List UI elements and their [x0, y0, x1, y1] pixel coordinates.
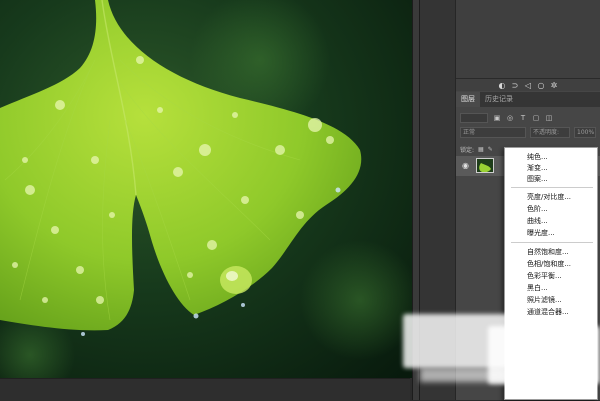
menu-item-curves[interactable]: 曲线...	[505, 216, 597, 227]
eye-icon[interactable]: ◉	[462, 161, 471, 170]
menu-item-photo-filter[interactable]: 照片滤镜...	[505, 295, 597, 306]
smart-filter-icon[interactable]: ◫	[545, 114, 553, 122]
contrast-icon[interactable]: ◐	[498, 81, 507, 90]
watermark-overlay	[420, 368, 510, 382]
menu-item-solid-color[interactable]: 纯色...	[505, 152, 597, 163]
menu-item-black-white[interactable]: 黑白...	[505, 283, 597, 294]
tab-layers[interactable]: 图层	[456, 92, 480, 107]
blend-options-row: 正常 不透明度: 100%	[460, 127, 596, 140]
panel-tabs: 图层 历史记录	[456, 92, 600, 107]
status-bar	[0, 378, 410, 401]
menu-item-hue-saturation[interactable]: 色相/饱和度...	[505, 259, 597, 270]
opacity-label: 不透明度:	[530, 127, 570, 138]
document-canvas[interactable]	[0, 0, 412, 378]
menu-separator	[511, 187, 593, 188]
leaf-thumbnail-icon	[477, 161, 493, 172]
text-filter-icon[interactable]: T	[519, 114, 527, 122]
tab-history[interactable]: 历史记录	[480, 92, 518, 107]
menu-item-brightness-contrast[interactable]: 亮度/对比度...	[505, 192, 597, 203]
brush-icon[interactable]: ✎	[488, 146, 493, 153]
circle-icon[interactable]: ○	[537, 81, 546, 90]
upper-panel	[456, 0, 600, 79]
blend-mode-select[interactable]: 正常	[460, 127, 526, 138]
lock-label: 锁定:	[460, 146, 475, 154]
menu-item-gradient[interactable]: 渐变...	[505, 163, 597, 174]
link-icon[interactable]: ⊃	[511, 81, 520, 90]
gear-icon[interactable]: ✲	[550, 81, 559, 90]
filter-kind-select[interactable]	[460, 112, 488, 123]
menu-item-pattern[interactable]: 图案...	[505, 174, 597, 185]
ginkgo-leaf-photo	[0, 0, 412, 378]
adjustment-icon[interactable]: ◁	[524, 81, 533, 90]
circle-icon[interactable]: ◎	[506, 114, 514, 122]
menu-item-color-balance[interactable]: 色彩平衡...	[505, 271, 597, 282]
filter-icon[interactable]: ▣	[493, 114, 501, 122]
panel-icon-row: ◐ ⊃ ◁ ○ ✲	[456, 79, 600, 91]
layer-filter-row: ▣ ◎ T ▢ ◫	[460, 111, 596, 124]
menu-item-vibrance[interactable]: 自然饱和度...	[505, 247, 597, 258]
menu-item-channel-mixer[interactable]: 通道混合器...	[505, 307, 597, 318]
menu-item-levels[interactable]: 色阶...	[505, 204, 597, 215]
lock-icon[interactable]: ▦	[478, 146, 484, 153]
menu-item-exposure[interactable]: 曝光度...	[505, 228, 597, 239]
menu-separator	[511, 242, 593, 243]
shape-filter-icon[interactable]: ▢	[532, 114, 540, 122]
opacity-field[interactable]: 100%	[574, 127, 596, 138]
layer-thumbnail	[476, 158, 494, 173]
